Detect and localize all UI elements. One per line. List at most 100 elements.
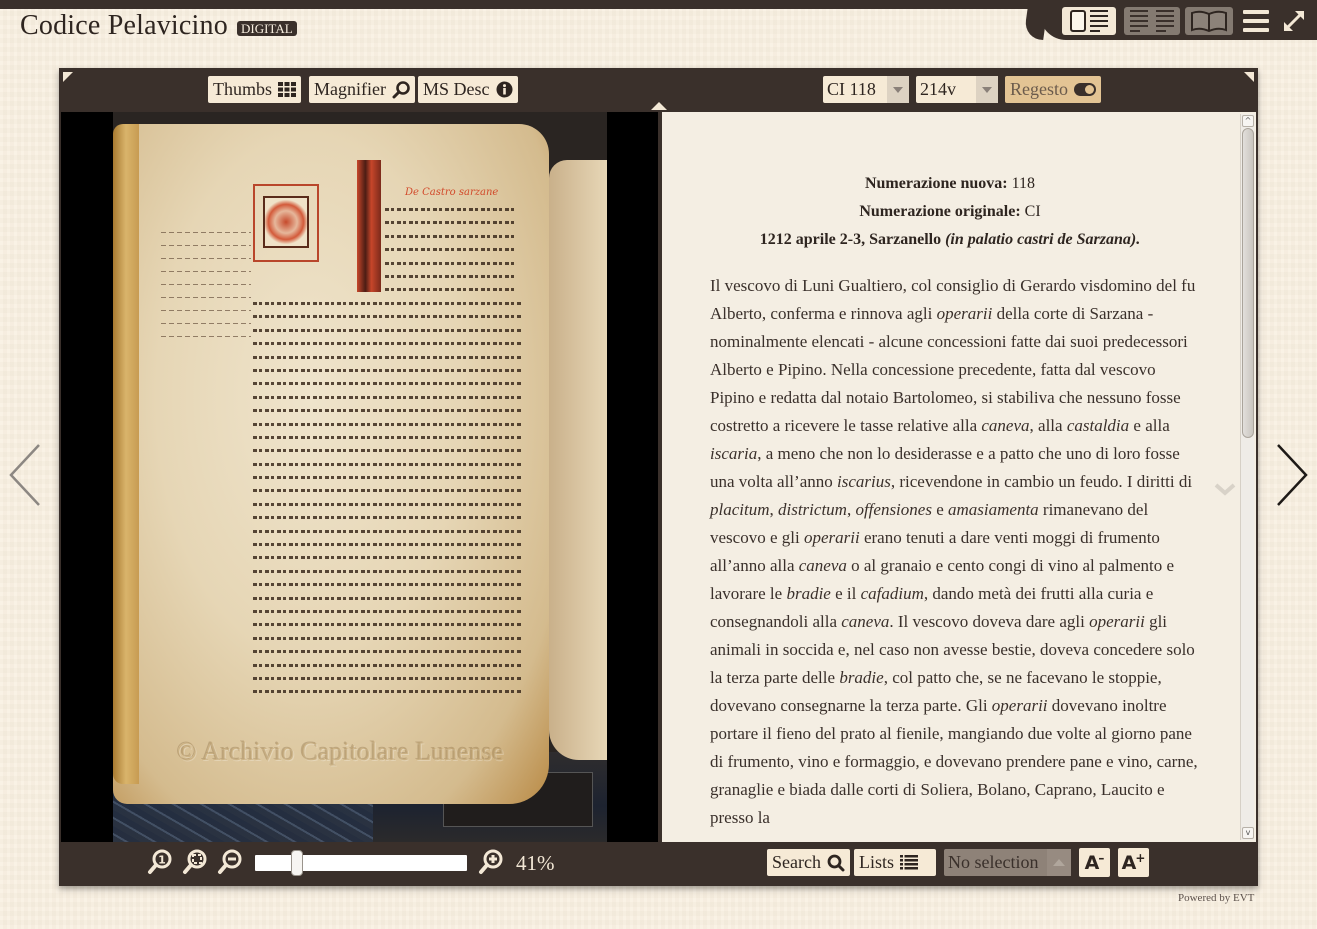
regesto-body: Il vescovo di Luni Gualtiero, col consig… xyxy=(710,272,1200,832)
text-lines-icon xyxy=(1130,10,1148,32)
zoom-out-icon[interactable] xyxy=(217,848,243,876)
minus-icon: – xyxy=(1098,850,1105,865)
latin-term: offensiones xyxy=(855,500,932,519)
document-header: Numerazione nuova: 118 Numerazione origi… xyxy=(662,170,1238,254)
regesto-label: Regesto xyxy=(1010,79,1068,99)
latin-term: iscarius xyxy=(837,472,891,491)
plus-icon: + xyxy=(1135,850,1146,865)
magnifier-icon xyxy=(392,80,410,98)
font-decrease-label: A xyxy=(1084,851,1100,874)
latin-term: operarii xyxy=(803,528,860,547)
app-title: Codice Pelavicino xyxy=(20,10,228,41)
latin-term: amasiamenta xyxy=(948,500,1039,519)
scroll-up-button[interactable]: ^ xyxy=(1242,115,1254,127)
chevron-up-icon xyxy=(1047,849,1071,876)
viewer-frame: Thumbs Magnifier MS Desc CI 118 214v Reg… xyxy=(59,68,1258,886)
lists-button[interactable]: Lists xyxy=(854,849,936,876)
latin-term: cafadium xyxy=(860,584,924,603)
margin-notes xyxy=(161,232,251,349)
document-select-value: CI 118 xyxy=(827,79,876,99)
digital-badge: DIGITAL xyxy=(237,21,297,36)
numerazione-nuova: Numerazione nuova: 118 xyxy=(864,175,1036,192)
chevron-down-icon xyxy=(887,76,909,103)
scroll-down-chevron-icon[interactable] xyxy=(1214,482,1236,496)
zoom-original-icon[interactable]: 1 xyxy=(147,848,173,876)
latin-term: districtum xyxy=(778,500,847,519)
regesto-text-pane[interactable]: Numerazione nuova: 118 Numerazione origi… xyxy=(662,112,1256,842)
hamburger-menu-icon[interactable] xyxy=(1243,10,1269,32)
scroll-down-button[interactable]: v xyxy=(1242,827,1254,839)
next-page-arrow-icon[interactable] xyxy=(1275,443,1309,507)
panel-divider-arrow[interactable] xyxy=(651,102,667,110)
lists-label: Lists xyxy=(859,852,895,872)
page-icon xyxy=(1070,10,1086,32)
info-icon xyxy=(496,81,512,98)
list-icon xyxy=(900,855,919,870)
document-select[interactable]: CI 118 xyxy=(823,76,909,103)
collapse-left-corner[interactable] xyxy=(63,72,73,82)
latin-term: caneva xyxy=(798,556,847,575)
previous-page-arrow-icon[interactable] xyxy=(8,443,42,507)
magnifier-label: Magnifier xyxy=(314,79,386,99)
selection-value: No selection xyxy=(948,852,1039,872)
date-place-line: 1212 aprile 2-3, Sarzanello (in palatio … xyxy=(759,231,1141,248)
latin-term: placitum xyxy=(710,500,770,519)
manuscript-image-pane[interactable]: De Castro sarzane © Archivio Capitolare … xyxy=(61,112,658,842)
search-label: Search xyxy=(772,852,821,872)
font-increase-label: A xyxy=(1121,851,1137,874)
fullscreen-expand-icon[interactable] xyxy=(1281,8,1307,34)
view-mode-image-text-button[interactable] xyxy=(1062,7,1116,35)
open-book-icon xyxy=(1191,10,1227,32)
zoom-slider-handle[interactable] xyxy=(291,850,303,876)
text-scrollbar[interactable]: ^ v xyxy=(1240,114,1254,840)
collapse-right-corner[interactable] xyxy=(1244,72,1254,82)
ms-desc-button[interactable]: MS Desc xyxy=(418,76,518,103)
latin-term: bradie xyxy=(839,668,884,687)
rubric-text: De Castro sarzane xyxy=(405,187,499,198)
zoom-slider[interactable] xyxy=(255,850,467,876)
zoom-percentage: 41% xyxy=(516,851,555,875)
latin-term: caneva xyxy=(981,416,1030,435)
font-increase-button[interactable]: A + xyxy=(1118,848,1149,877)
latin-term: operarii xyxy=(991,696,1048,715)
powered-by-text: Powered by EVT xyxy=(1178,892,1255,904)
latin-term: iscaria xyxy=(710,444,758,463)
thumbs-button[interactable]: Thumbs xyxy=(208,76,302,103)
page-edge xyxy=(113,124,139,784)
latin-term: castaldia xyxy=(1066,416,1130,435)
view-mode-text-text-button[interactable] xyxy=(1124,7,1180,35)
grid-icon xyxy=(278,82,297,97)
copyright-watermark: © Archivio Capitolare Lunense xyxy=(177,737,504,766)
page-select[interactable]: 214v xyxy=(916,76,998,103)
text-lines-icon xyxy=(1156,10,1174,32)
script-lines xyxy=(253,302,523,704)
numerazione-originale: Numerazione originale: CI xyxy=(859,203,1041,220)
scroll-thumb[interactable] xyxy=(1242,128,1254,438)
latin-term: operarii xyxy=(936,304,993,323)
search-button[interactable]: Search xyxy=(767,849,850,876)
chevron-down-icon xyxy=(976,76,998,103)
page-select-value: 214v xyxy=(920,79,956,99)
illuminated-ornament xyxy=(263,196,309,248)
regesto-toggle-button[interactable]: Regesto xyxy=(1005,76,1101,103)
toggle-on-icon xyxy=(1074,83,1096,96)
ms-desc-label: MS Desc xyxy=(423,79,490,99)
script-lines-top xyxy=(385,208,515,302)
magnifier-button[interactable]: Magnifier xyxy=(309,76,415,103)
view-mode-toolbar xyxy=(1040,0,1317,40)
latin-term: bradie xyxy=(786,584,831,603)
latin-term: caneva xyxy=(841,612,890,631)
manuscript-image[interactable]: De Castro sarzane © Archivio Capitolare … xyxy=(113,112,607,842)
search-icon xyxy=(827,854,845,871)
zoom-fit-icon[interactable] xyxy=(182,848,208,876)
text-lines-icon xyxy=(1090,10,1108,32)
entity-selection-select[interactable]: No selection xyxy=(944,849,1071,876)
regesto-paragraph: Il vescovo di Luni Gualtiero, col consig… xyxy=(710,276,1198,827)
latin-term: operarii xyxy=(1089,612,1145,631)
zoom-in-icon[interactable] xyxy=(478,848,504,876)
illuminated-letter-i xyxy=(357,160,381,292)
view-mode-book-button[interactable] xyxy=(1185,7,1233,35)
svg-text:1: 1 xyxy=(158,854,166,867)
font-decrease-button[interactable]: A – xyxy=(1079,848,1110,877)
thumbs-label: Thumbs xyxy=(213,79,273,99)
